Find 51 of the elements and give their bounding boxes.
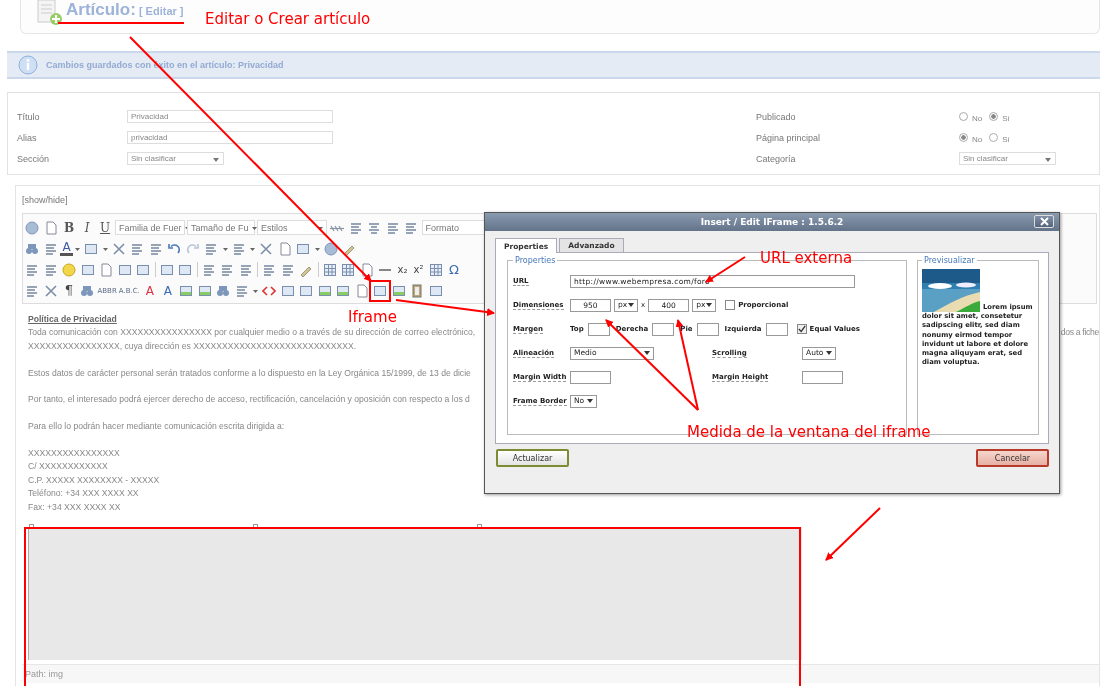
content-text: C.P. XXXXX XXXXXXXX - XXXXX [28,473,160,487]
font-color-button[interactable]: A [60,241,73,256]
styles-select[interactable]: Estilos [257,220,327,235]
radio-label: Sí [1002,113,1010,123]
italic-button[interactable]: I [78,220,96,235]
underline-button[interactable]: U [96,220,114,235]
content-text: Fax: +34 XXX XXXX XX [28,500,121,514]
content-text: C/ XXXXXXXXXXXX [28,460,108,474]
annotation-label: Editar o Crear artículo [205,11,371,27]
cancel-button[interactable]: Cancelar [976,449,1049,467]
section-select[interactable]: Sin clasificar [127,152,224,165]
font-family-select[interactable]: Familia de Fuer [115,220,185,235]
content-heading: Política de Privacidad [28,313,117,326]
bold-button[interactable]: B [60,220,78,235]
text-field[interactable]: Privacidad [127,110,333,123]
superscript-button[interactable]: x² [410,264,427,275]
content-text: Por tanto, el interesado podrá ejercer derecho de acceso, rectificación, cancelación y oposición con respecto a los d [28,393,470,407]
show-hide-link[interactable]: [show/hide] [22,195,68,205]
group-legend: Properties [513,256,558,265]
subscript-button[interactable]: x₂ [394,264,411,275]
annotation-label: URL externa [760,250,853,266]
content-text: Toda comunicación con XXXXXXXXXXXXXXXX por cualquier medio o a través de su dirección de correo electrónico, [28,326,476,340]
annotation-label: Iframe [348,309,397,325]
group-legend: Previsualizar [922,256,977,265]
update-button[interactable]: Actualizar [496,449,569,467]
dialog-title: Insert / Edit IFrame : 1.5.6.2 [700,217,844,227]
page-title: Artículo: [66,0,136,20]
annotation-label: Medida de la ventana del iframe [687,424,931,440]
radio-label: Sí [1002,134,1010,144]
radio-label: No [972,113,983,123]
content-text: Teléfono: +34 XXX XXXX XX [28,487,139,501]
content-text: dos a fiche [1060,326,1099,340]
field-label: Categoría [756,153,797,164]
content-text: XXXXXXXXXXXXXXXX, cuya dirección es XXXXXXXXXXXXXXXXXXXXXXXXXXXX. [28,339,357,353]
content-text: XXXXXXXXXXXXXXXX [28,447,120,460]
field-label: Sección [17,153,51,164]
field-label: Página principal [756,132,822,143]
field-label: Alias [17,132,38,143]
field-label: Publicado [756,111,797,122]
strikethrough-button[interactable]: A [140,283,159,298]
category-select[interactable]: Sin clasificar [959,152,1056,165]
text-button[interactable]: A [158,283,177,298]
path-text: Path: img [25,669,64,680]
paragraph-button[interactable]: ¶ [60,283,78,298]
content-text: Para ello lo podrán hacer mediante comunicación escrita dirigida a: [28,420,285,434]
font-size-select[interactable]: Tamaño de Fu [187,220,255,235]
radio-label: No [972,134,983,144]
field-label: Título [17,111,41,122]
special-character-button[interactable]: Ω [445,262,463,277]
content-text: Estos datos de carácter personal serán tratados conforme a lo dispuesto en la Ley Orgánica 15/1999, de 13 de dicie [28,366,471,380]
text-field[interactable]: privacidad [127,131,333,144]
